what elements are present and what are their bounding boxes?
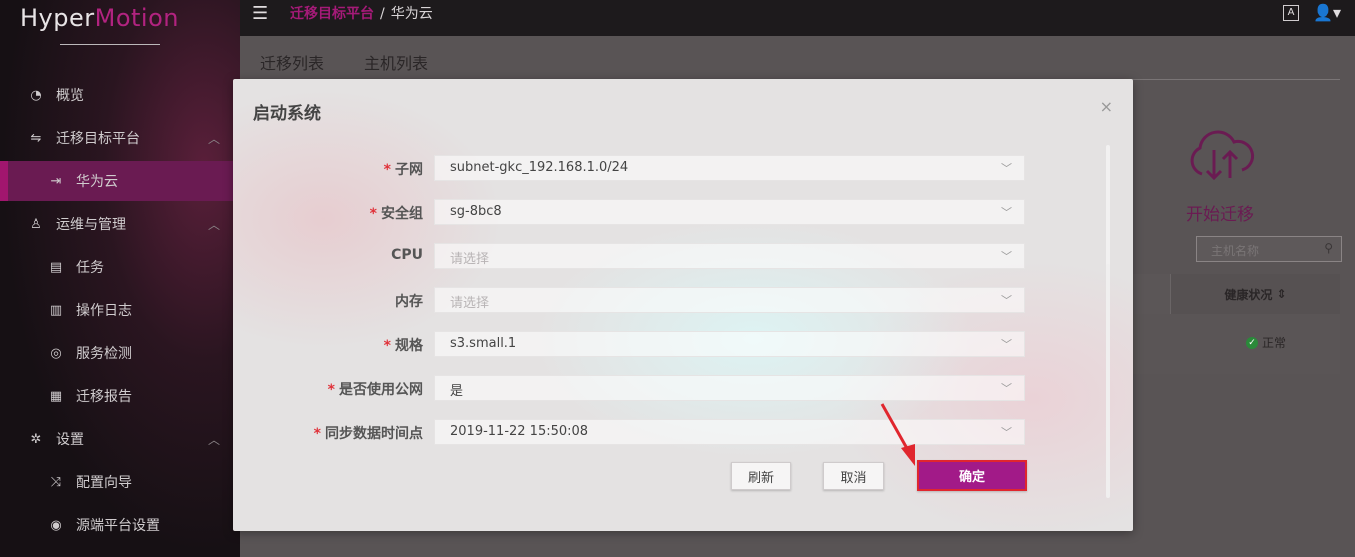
close-icon[interactable]: × [1100,97,1113,116]
gear-icon: ✲ [30,431,42,447]
scrollbar-thumb[interactable] [1106,264,1110,498]
form-row-cpu: CPU 请选择 ﹀ [233,243,1033,269]
sidebar-item-label: 设置 [56,432,84,448]
form-row-flavor: * 规格 s3.small.1 ﹀ [233,331,1033,357]
cloud-transfer-icon [1190,130,1255,181]
host-search-input[interactable]: 主机名称 ⚲ [1196,236,1342,262]
security-group-select[interactable]: sg-8bc8 ﹀ [434,199,1025,225]
public-ip-select[interactable]: 是 ﹀ [434,375,1025,401]
field-label: * 子网 [383,162,423,178]
field-label: 内存 [395,294,423,310]
sidebar-item-source-settings[interactable]: ◉ 源端平台设置 [0,505,240,545]
user-icon[interactable]: 👤▾ [1313,3,1341,22]
form-row-public-ip: * 是否使用公网 是 ﹀ [233,375,1033,401]
confirm-button[interactable]: 确定 [917,460,1027,491]
field-label: * 同步数据时间点 [313,426,423,442]
form-row-memory: 内存 请选择 ﹀ [233,287,1033,313]
tab-host-list[interactable]: 主机列表 [364,50,428,82]
font-size-icon[interactable]: A [1283,4,1300,21]
task-icon: ▤ [49,259,63,275]
annotation-arrow [880,403,915,466]
sidebar-item-label: 配置向导 [76,475,132,491]
start-system-dialog: 启动系统 × * 子网 subnet-gkc_192.168.1.0/24 ﹀ * 安… [233,79,1133,531]
shuffle-icon: ⤨ [50,474,62,490]
sidebar-item-migration-target[interactable]: ⇋ 迁移目标平台 ︿ [0,118,240,158]
memory-select[interactable]: 请选择 ﹀ [434,287,1025,313]
target-icon: ◉ [50,517,62,533]
sidebar-item-label: 源端平台设置 [76,518,160,534]
log-icon: ▥ [49,302,63,318]
breadcrumb-link[interactable]: 迁移目标平台 [290,6,374,22]
form-row-security-group: * 安全组 sg-8bc8 ﹀ [233,199,1033,225]
sidebar-item-config-wizard[interactable]: ⤨ 配置向导 [0,462,240,502]
top-header: ☰ 迁移目标平台 / 华为云 A 👤▾ [240,0,1355,36]
sidebar: HyperMotion ◔ 概览 ⇋ 迁移目标平台 ︿ ⇥ 华为云 ♙ 运维与管… [0,0,240,557]
breadcrumb: 迁移目标平台 / 华为云 [290,6,433,22]
chevron-down-icon: ﹀ [1001,294,1012,307]
field-label: * 是否使用公网 [327,382,423,398]
field-label: CPU [391,247,423,263]
user-outline-icon: ♙ [30,216,42,232]
sidebar-item-service-check[interactable]: ◎ 服务检测 [0,333,240,373]
sidebar-item-label: 迁移目标平台 [56,131,140,147]
chevron-down-icon: ﹀ [1001,426,1012,439]
login-icon: ⇥ [50,173,62,189]
chevron-down-icon: ﹀ [1001,206,1012,219]
chevron-down-icon: ﹀ [1001,250,1012,263]
chevron-down-icon: ﹀ [1001,338,1012,351]
sidebar-item-label: 运维与管理 [56,217,126,233]
sidebar-item-logs[interactable]: ▥ 操作日志 [0,290,240,330]
check-circle-icon: ✓ [1246,336,1258,349]
start-migrate-label[interactable]: 开始迁移 [1186,200,1254,225]
swap-icon: ⇋ [30,130,42,146]
sidebar-item-huawei-cloud[interactable]: ⇥ 华为云 [0,161,240,201]
sidebar-item-settings[interactable]: ✲ 设置 ︿ [0,419,240,459]
breadcrumb-current: 华为云 [390,6,433,22]
monitor-icon: ◎ [50,345,62,361]
health-status: ✓ 正常 [1246,334,1286,351]
menu-toggle-icon[interactable]: ☰ [252,3,268,24]
chevron-down-icon: ﹀ [1001,162,1012,175]
chevron-up-icon: ︿ [207,433,220,447]
sync-time-select[interactable]: 2019-11-22 15:50:08 ﹀ [434,419,1025,445]
form-row-subnet: * 子网 subnet-gkc_192.168.1.0/24 ﹀ [233,155,1033,181]
sidebar-item-label: 操作日志 [76,303,132,319]
chevron-down-icon: ﹀ [1001,382,1012,395]
search-icon: ⚲ [1324,241,1333,255]
subnet-select[interactable]: subnet-gkc_192.168.1.0/24 ﹀ [434,155,1025,181]
sidebar-item-label: 服务检测 [76,346,132,362]
sidebar-item-label: 概览 [56,88,84,104]
dialog-title: 启动系统 [253,104,321,124]
chevron-up-icon: ︿ [207,132,220,146]
field-label: * 安全组 [369,206,423,222]
cpu-select[interactable]: 请选择 ﹀ [434,243,1025,269]
sidebar-item-ops[interactable]: ♙ 运维与管理 ︿ [0,204,240,244]
report-icon: ▦ [49,388,63,404]
dashboard-icon: ◔ [30,87,42,103]
column-header-health[interactable]: 健康状况 ⇕ [1170,274,1340,314]
app-logo: HyperMotion [20,4,179,32]
refresh-button[interactable]: 刷新 [731,462,791,490]
logo-divider [60,44,160,45]
sidebar-item-overview[interactable]: ◔ 概览 [0,75,240,115]
sidebar-item-label: 任务 [76,260,104,276]
chevron-up-icon: ︿ [207,218,220,232]
sidebar-item-report[interactable]: ▦ 迁移报告 [0,376,240,416]
tab-migration-list[interactable]: 迁移列表 [260,50,325,82]
sidebar-item-tasks[interactable]: ▤ 任务 [0,247,240,287]
sidebar-item-label: 迁移报告 [76,389,132,405]
field-label: * 规格 [383,338,423,354]
sidebar-item-label: 华为云 [76,174,118,190]
flavor-select[interactable]: s3.small.1 ﹀ [434,331,1025,357]
